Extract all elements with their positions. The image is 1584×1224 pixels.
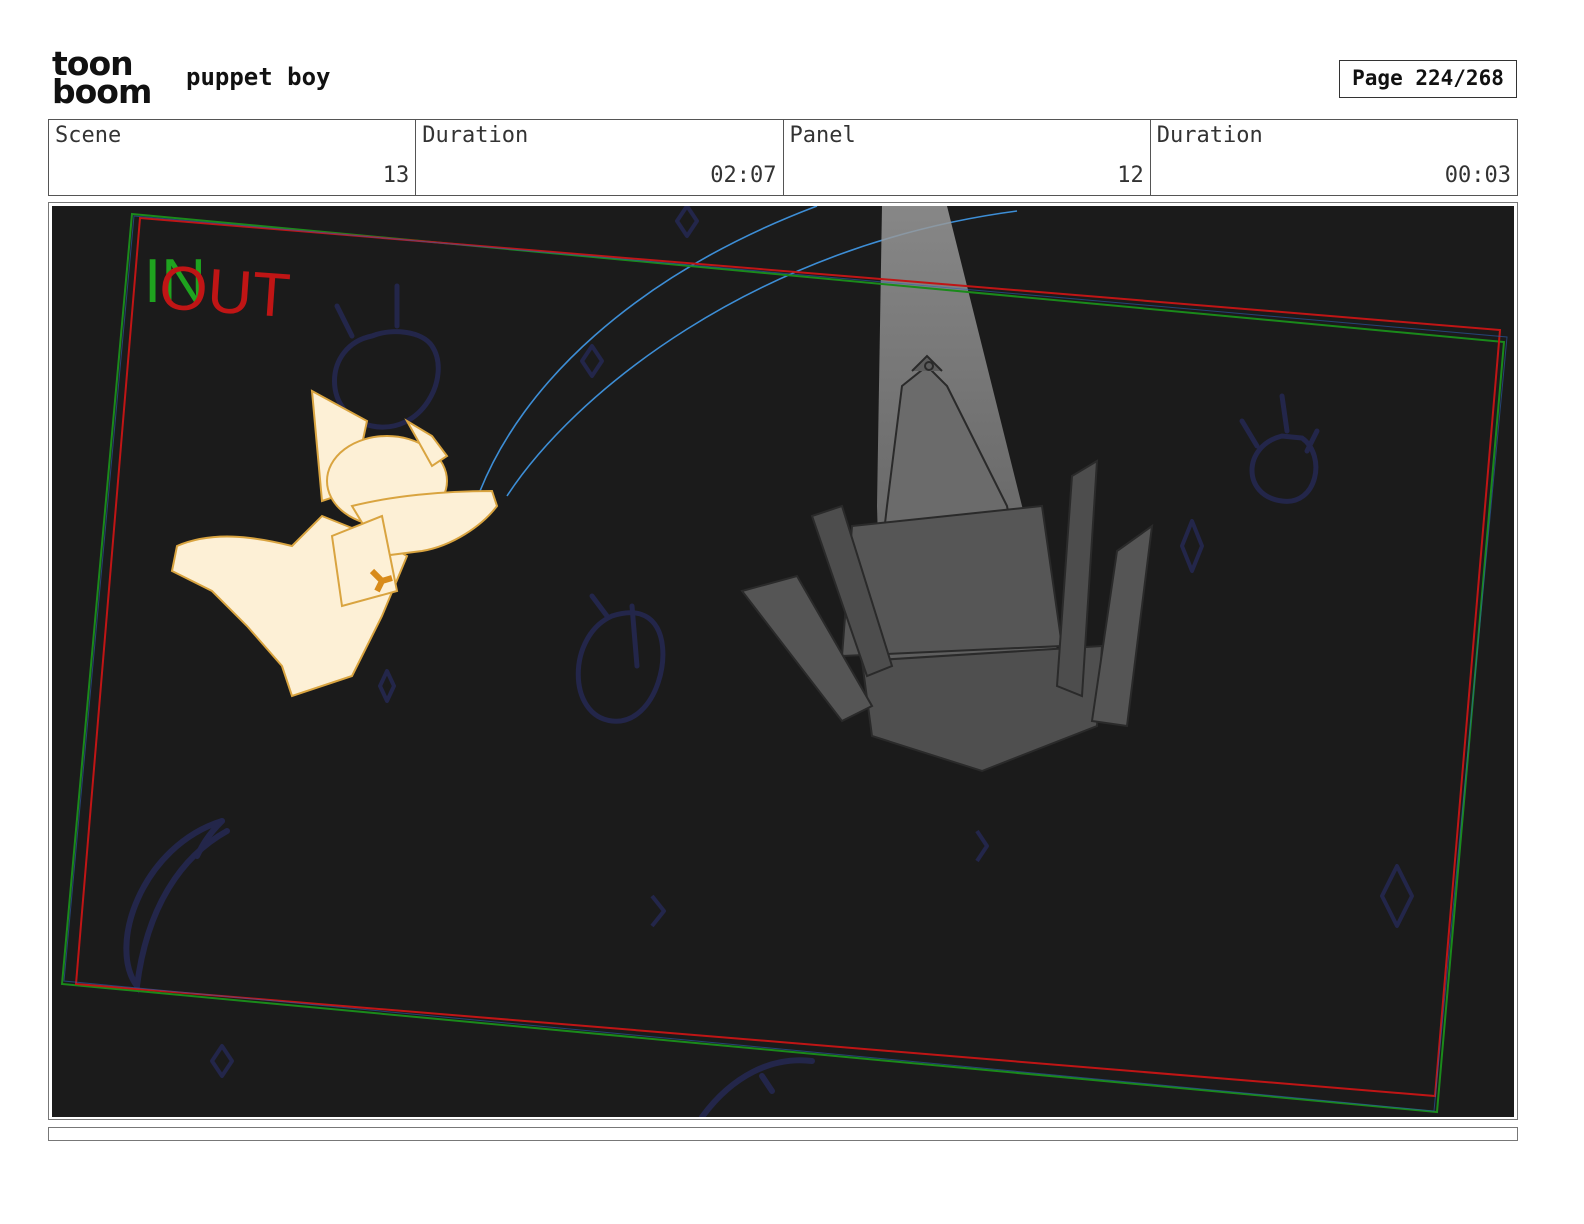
page-indicator: Page 224/268: [1339, 60, 1517, 98]
scene-duration-label: Duration: [422, 123, 529, 148]
panel-caption-box: [48, 1127, 1518, 1141]
logo-line-2: boom: [52, 72, 152, 111]
scene-duration-value: 02:07: [710, 163, 777, 188]
doodle-bottom-crescent: [699, 1057, 815, 1117]
doodle-ornament-left: [332, 283, 441, 430]
doodle-ornament-right: [1239, 393, 1320, 504]
panel-drawing: IN OUT: [60, 206, 1508, 1117]
panel-label: Panel: [789, 123, 856, 148]
scene-duration-cell: Duration 02:07: [416, 120, 784, 195]
scene-label: Scene: [55, 123, 122, 148]
scene-info-table: Scene 13 Duration 02:07 Panel 12 Duratio…: [48, 119, 1518, 196]
castle-drawing: [740, 354, 1154, 773]
doodle-crescent-moon: [123, 818, 230, 994]
scene-value: 13: [382, 163, 410, 188]
panel-duration-label: Duration: [1156, 123, 1263, 148]
toonboom-logo: toon boom: [52, 47, 164, 112]
doodle-ornament-center: [575, 593, 666, 724]
panel-duration-value: 00:03: [1444, 163, 1511, 188]
puppet-boy-character: [170, 389, 499, 698]
panel-duration-cell: Duration 00:03: [1151, 120, 1517, 195]
storyboard-panel-image[interactable]: IN OUT: [52, 206, 1514, 1117]
scene-cell: Scene 13: [49, 120, 417, 195]
project-title: puppet boy: [186, 63, 331, 91]
out-marker: OUT: [157, 253, 292, 331]
panel-cell: Panel 12: [784, 120, 1151, 195]
panel-value: 12: [1117, 163, 1144, 188]
